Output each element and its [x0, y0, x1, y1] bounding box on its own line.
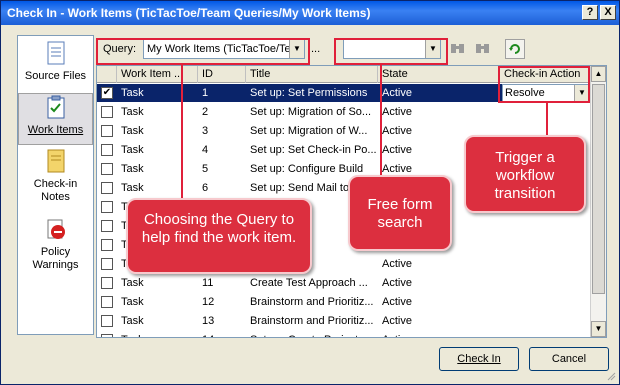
- row-checkbox[interactable]: [101, 144, 113, 156]
- cell-state: Active: [382, 106, 412, 118]
- sidebar-item-work-items[interactable]: Work Items: [18, 93, 93, 145]
- search-highlight-box: [334, 38, 448, 65]
- close-button[interactable]: X: [600, 5, 616, 20]
- scroll-thumb[interactable]: [592, 84, 605, 294]
- transition-callout: Trigger a workflow transition: [464, 135, 586, 213]
- cell-id: 14: [202, 331, 246, 337]
- cell-id: 5: [202, 163, 209, 175]
- policy-warnings-icon: [47, 219, 65, 239]
- help-button[interactable]: ?: [582, 5, 598, 20]
- cell-title: Brainstorm and Prioritiz...: [250, 296, 374, 308]
- table-row[interactable]: Task 11 Create Test Approach ... Active: [97, 274, 591, 292]
- table-row[interactable]: Task 12 Brainstorm and Prioritiz... Active: [97, 293, 591, 311]
- cell-title: Set up: Set Check-in Po...: [250, 144, 377, 156]
- cell-id: 13: [202, 315, 215, 327]
- cell-state: Active: [382, 296, 412, 308]
- cell-state: Active: [382, 258, 412, 270]
- action-highlight-box: [498, 66, 590, 103]
- sidebar-item-label: Source Files: [24, 70, 87, 82]
- row-checkbox[interactable]: [101, 277, 113, 289]
- cell-id: 11: [202, 277, 214, 289]
- query-callout: Choosing the Query to help find the work…: [126, 198, 312, 274]
- row-checkbox[interactable]: [101, 258, 113, 270]
- column-header-title[interactable]: Title: [246, 66, 378, 83]
- cell-type: Task: [121, 144, 144, 156]
- cell-type: Task: [121, 182, 144, 194]
- cell-id: 4: [202, 144, 209, 156]
- cell-state: Active: [382, 87, 412, 99]
- vertical-scrollbar[interactable]: ▲ ▼: [590, 66, 606, 337]
- column-header-id[interactable]: ID: [198, 66, 246, 83]
- cell-id: 2: [202, 106, 209, 118]
- channel-sidebar: Source Files Work Items Check-in Notes P…: [17, 35, 94, 335]
- table-row[interactable]: Task 13 Brainstorm and Prioritiz... Active: [97, 312, 591, 330]
- find-icon[interactable]: [449, 40, 467, 58]
- query-callout-pointer: [181, 65, 183, 198]
- sidebar-item-checkin-notes[interactable]: Check-in Notes: [18, 148, 93, 210]
- cell-id: 3: [202, 125, 209, 137]
- cell-title: Brainstorm and Prioritiz...: [250, 315, 374, 327]
- sidebar-item-policy-warnings[interactable]: Policy Warnings: [18, 216, 93, 278]
- cell-type: Task: [121, 315, 144, 327]
- row-checkbox[interactable]: ✔: [101, 87, 113, 99]
- window-title: Check In - Work Items (TicTacToe/Team Qu…: [7, 6, 371, 20]
- row-checkbox[interactable]: [101, 334, 113, 337]
- find-next-icon[interactable]: [474, 40, 492, 58]
- cell-title: Set up: Migration of W...: [250, 125, 368, 137]
- work-items-icon: [47, 95, 64, 119]
- sidebar-item-label: Work Items: [27, 124, 84, 136]
- row-checkbox[interactable]: [101, 106, 113, 118]
- query-highlight-box: [96, 38, 310, 65]
- checkin-button[interactable]: Check In: [439, 347, 519, 371]
- cell-title: Set up: Migration of So...: [250, 106, 372, 118]
- source-files-icon: [47, 41, 64, 65]
- row-checkbox[interactable]: [101, 315, 113, 327]
- cancel-button[interactable]: Cancel: [529, 347, 609, 371]
- cell-type: Task: [121, 296, 144, 308]
- cell-title: Create Test Approach ...: [250, 277, 368, 289]
- row-checkbox[interactable]: [101, 201, 113, 213]
- search-callout-pointer: [380, 65, 382, 175]
- row-checkbox[interactable]: [101, 125, 113, 137]
- resize-grip-icon[interactable]: [606, 371, 616, 381]
- cell-type: Task: [121, 87, 144, 99]
- checkin-button-label: Check In: [457, 353, 501, 365]
- row-checkbox[interactable]: [101, 220, 113, 232]
- refresh-button[interactable]: [505, 39, 525, 59]
- scroll-up-button[interactable]: ▲: [591, 66, 606, 82]
- row-checkbox[interactable]: [101, 296, 113, 308]
- column-header-state[interactable]: State: [378, 66, 500, 83]
- table-row[interactable]: Task 2 Set up: Migration of So... Active: [97, 103, 591, 121]
- sidebar-item-label: Check-in Notes: [33, 178, 78, 203]
- row-checkbox[interactable]: [101, 163, 113, 175]
- cell-type: Task: [121, 106, 144, 118]
- table-row[interactable]: Task14 Set up: Create Project ... Active: [97, 331, 591, 337]
- cell-type: Task: [121, 125, 144, 137]
- row-checkbox[interactable]: [101, 239, 113, 251]
- cell-id: 12: [202, 296, 215, 308]
- title-bar: Check In - Work Items (TicTacToe/Team Qu…: [1, 1, 619, 25]
- row-checkbox[interactable]: [101, 182, 113, 194]
- transition-callout-pointer: [546, 103, 548, 135]
- scroll-down-button[interactable]: ▼: [591, 321, 606, 337]
- checkin-notes-icon: [47, 149, 64, 173]
- cell-id: 1: [202, 87, 209, 99]
- column-header-check[interactable]: [97, 66, 117, 83]
- cell-title: Set up: Set Permissions: [250, 87, 368, 99]
- sidebar-item-label: Policy Warnings: [32, 246, 79, 271]
- cell-title: Set up: Create Project ...: [250, 331, 378, 337]
- cell-state: Active: [382, 331, 500, 337]
- cell-type: Task: [121, 331, 199, 337]
- cell-state: Active: [382, 277, 412, 289]
- refresh-icon: [509, 44, 520, 54]
- cell-id: 6: [202, 182, 209, 194]
- cell-type: Task: [121, 277, 144, 289]
- cell-type: Task: [121, 163, 144, 175]
- browse-query-button[interactable]: ...: [311, 43, 320, 55]
- cell-state: Active: [382, 315, 412, 327]
- sidebar-item-source-files[interactable]: Source Files: [18, 40, 93, 92]
- column-header-type[interactable]: Work Item ...: [117, 66, 198, 83]
- search-callout: Free form search: [348, 175, 452, 251]
